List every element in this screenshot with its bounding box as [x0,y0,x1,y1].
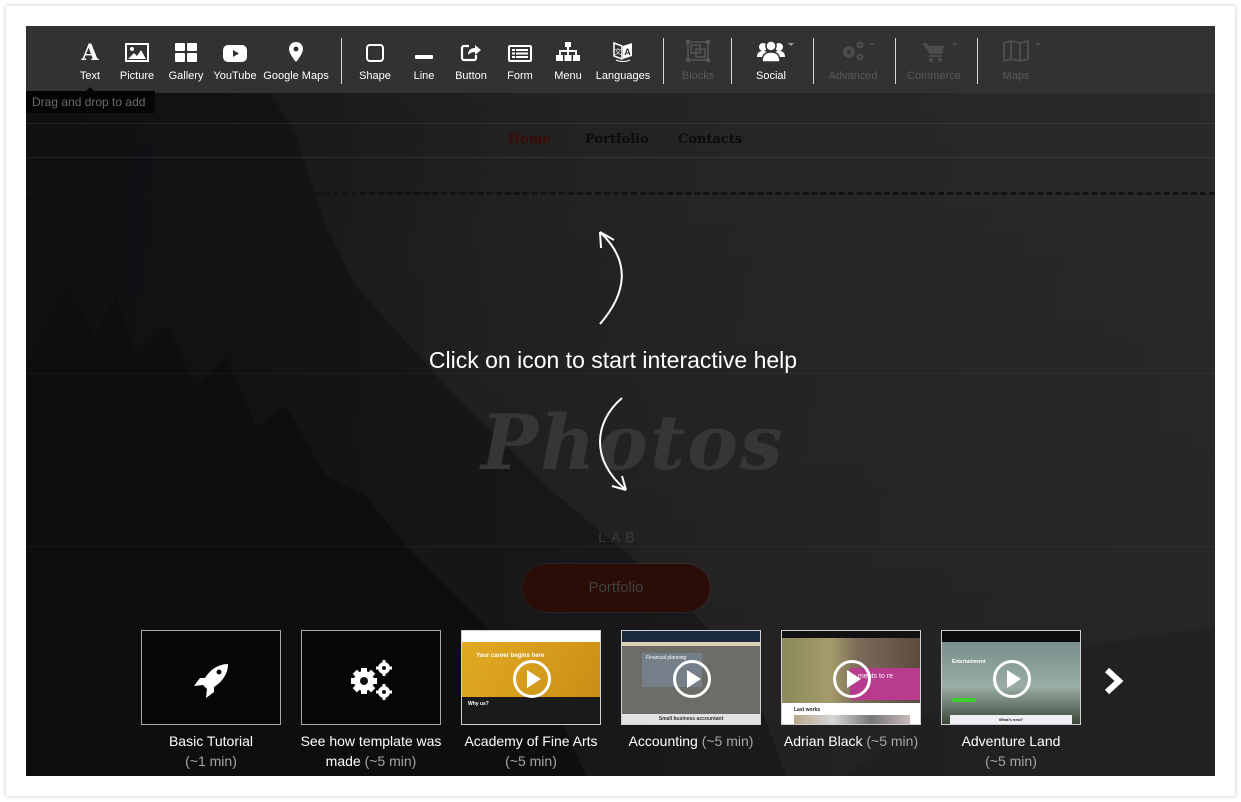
site-nav-home[interactable]: Home [508,132,551,147]
play-icon [673,659,711,698]
social-icon [757,26,785,62]
toolbar-separator [895,38,896,84]
tool-youtube[interactable]: YouTube [213,26,257,93]
tool-picture[interactable]: Picture [117,26,157,93]
toolbar-separator [731,38,732,84]
cart-icon [922,26,946,62]
folded-map-icon [1003,26,1029,62]
tool-gallery[interactable]: Gallery [166,26,206,93]
blocks-icon [686,26,710,62]
tutorial-caption: See how template was made (~5 min) [300,733,442,769]
guide-line [26,546,1215,547]
tool-text[interactable]: A Text [75,26,105,93]
languages-icon: A文 [612,26,634,62]
gears-icon [351,660,392,700]
shape-icon [366,26,384,62]
tutorial-academy-fine-arts[interactable]: Your career begins here Why us? Academy … [461,630,601,771]
svg-text:A: A [624,47,631,57]
tool-button[interactable]: Button [452,26,490,93]
next-arrow-icon[interactable] [1102,666,1126,696]
commerce-dropdown-caret-icon [952,43,958,46]
play-icon [513,659,551,698]
tool-social[interactable]: Social [750,26,792,93]
tutorial-thumb-adventure: Entertainment What's new? [941,630,1081,725]
tutorial-thumb [141,630,281,725]
play-icon [833,659,871,698]
section-drop-guide [26,192,1215,195]
picture-icon [125,26,149,62]
hero-subtitle: LAB [598,529,640,545]
social-dropdown-caret-icon[interactable] [788,43,794,46]
rocket-icon [194,664,228,698]
tutorial-adventure-land[interactable]: Entertainment What's new? Adventure Land… [941,630,1081,771]
text-icon: A [80,26,100,62]
tool-google-maps[interactable]: Google Maps [263,26,329,93]
map-pin-icon [289,26,303,62]
tutorial-caption: Basic Tutorial (~1 min) [168,733,254,769]
gears-icon [840,26,866,62]
tutorial-thumb [301,630,441,725]
arrow-down-icon [599,397,627,491]
site-nav-portfolio[interactable]: Portfolio [585,132,649,147]
editor-stage: Home Portfolio Contacts Photos LAB Portf… [26,26,1215,776]
toolbar-separator [663,38,664,84]
toolbar-separator [813,38,814,84]
drag-drop-tooltip: Drag and drop to add [26,91,155,113]
toolbar-separator [977,38,978,84]
svg-text:文: 文 [615,47,622,56]
tutorial-thumb-accounting: Financial planning Small business accoun… [621,630,761,725]
play-icon [993,659,1031,698]
form-icon [508,26,532,62]
svg-text:A: A [80,40,99,62]
tool-menu[interactable]: Menu [551,26,585,93]
youtube-icon [223,26,247,62]
tutorial-accounting[interactable]: Financial planning Small business accoun… [621,630,761,751]
tool-form[interactable]: Form [503,26,537,93]
site-nav-contacts[interactable]: Contacts [678,132,742,147]
nav-bottom-line [26,157,1215,158]
tutorial-caption: Accounting (~5 min) [628,733,754,749]
tool-line[interactable]: Line [407,26,441,93]
tool-blocks: Blocks [679,26,717,93]
advanced-dropdown-caret-icon [869,43,875,46]
maps-dropdown-caret-icon [1035,43,1041,46]
hero-portfolio-button[interactable]: Portfolio [521,563,711,613]
site-nav: Home Portfolio Contacts [26,132,1215,152]
gallery-icon [175,26,197,62]
button-icon [460,26,482,62]
line-icon [415,26,433,62]
arrow-up-icon [599,231,623,325]
tutorial-thumb-academy: Your career begins here Why us? [461,630,601,725]
tutorial-thumb-adrian: ments to re Last works [781,630,921,725]
tool-maps: Maps [998,26,1034,93]
tool-commerce: Commerce [906,26,962,93]
toolbar-separator [341,38,342,84]
tutorial-template-made[interactable]: See how template was made (~5 min) [301,630,441,771]
nav-top-line [26,123,1215,124]
menu-icon [556,26,580,62]
element-toolbar: A Text Picture Gallery YouTube Google Ma… [26,26,1215,93]
tutorial-caption: Adrian Black (~5 min) [783,733,919,749]
interactive-help-text: Click on icon to start interactive help [428,347,798,373]
tool-shape[interactable]: Shape [357,26,393,93]
tutorial-caption: Adventure Land (~5 min) [961,733,1061,769]
tool-advanced: Advanced [826,26,880,93]
tool-languages[interactable]: A文 Languages [595,26,651,93]
tutorial-adrian-black[interactable]: ments to re Last works Adrian Black (~5 … [781,630,921,751]
tutorial-basic[interactable]: Basic Tutorial (~1 min) [141,630,281,771]
tutorial-caption: Academy of Fine Arts (~5 min) [464,733,598,769]
